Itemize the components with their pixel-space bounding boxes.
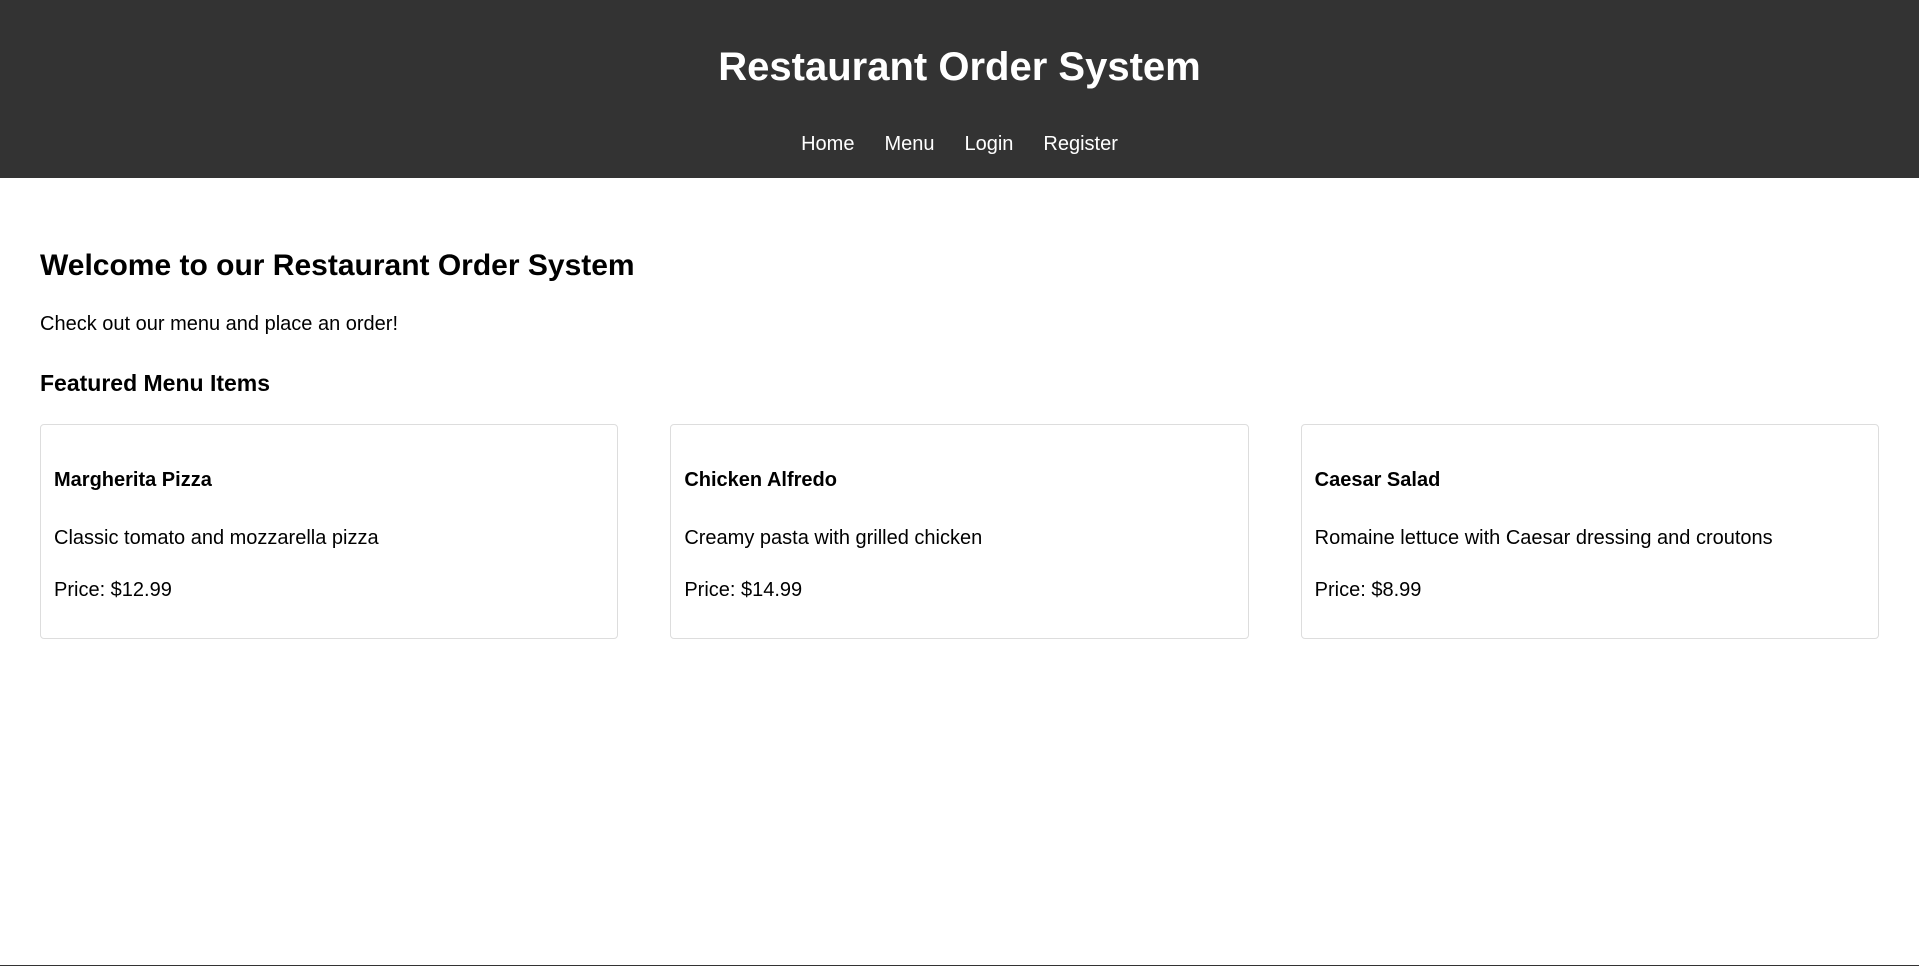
nav-link-register[interactable]: Register — [1043, 132, 1117, 156]
menu-item-price: Price: $12.99 — [54, 579, 172, 601]
nav-link-menu[interactable]: Menu — [884, 132, 934, 156]
menu-item-name: Margherita Pizza — [54, 469, 212, 491]
menu-item-description: Classic tomato and mozzarella pizza — [54, 527, 379, 549]
main-nav: Home Menu Login Register — [0, 132, 1919, 156]
main-content: Welcome to our Restaurant Order System C… — [0, 248, 1919, 639]
nav-link-login[interactable]: Login — [964, 132, 1013, 156]
menu-card-chicken-alfredo: Chicken Alfredo Creamy pasta with grille… — [670, 424, 1249, 639]
featured-menu-grid: Margherita Pizza Classic tomato and mozz… — [40, 424, 1879, 639]
featured-heading: Featured Menu Items — [40, 370, 271, 396]
menu-item-name: Chicken Alfredo — [684, 469, 837, 491]
page: Restaurant Order System Home Menu Login … — [0, 0, 1919, 966]
menu-item-price: Price: $14.99 — [684, 579, 803, 601]
menu-item-description: Creamy pasta with grilled chicken — [684, 527, 983, 549]
menu-card-caesar-salad: Caesar Salad Romaine lettuce with Caesar… — [1300, 424, 1879, 639]
menu-item-price: Price: $8.99 — [1314, 579, 1422, 601]
nav-link-home[interactable]: Home — [801, 132, 854, 156]
site-title: Restaurant Order System — [718, 45, 1201, 89]
welcome-heading: Welcome to our Restaurant Order System — [40, 249, 635, 282]
site-header: Restaurant Order System Home Menu Login … — [0, 0, 1919, 178]
menu-item-name: Caesar Salad — [1314, 469, 1441, 491]
menu-item-description: Romaine lettuce with Caesar dressing and… — [1314, 527, 1773, 549]
intro-text: Check out our menu and place an order! — [40, 313, 398, 335]
menu-card-margherita-pizza: Margherita Pizza Classic tomato and mozz… — [40, 424, 619, 639]
